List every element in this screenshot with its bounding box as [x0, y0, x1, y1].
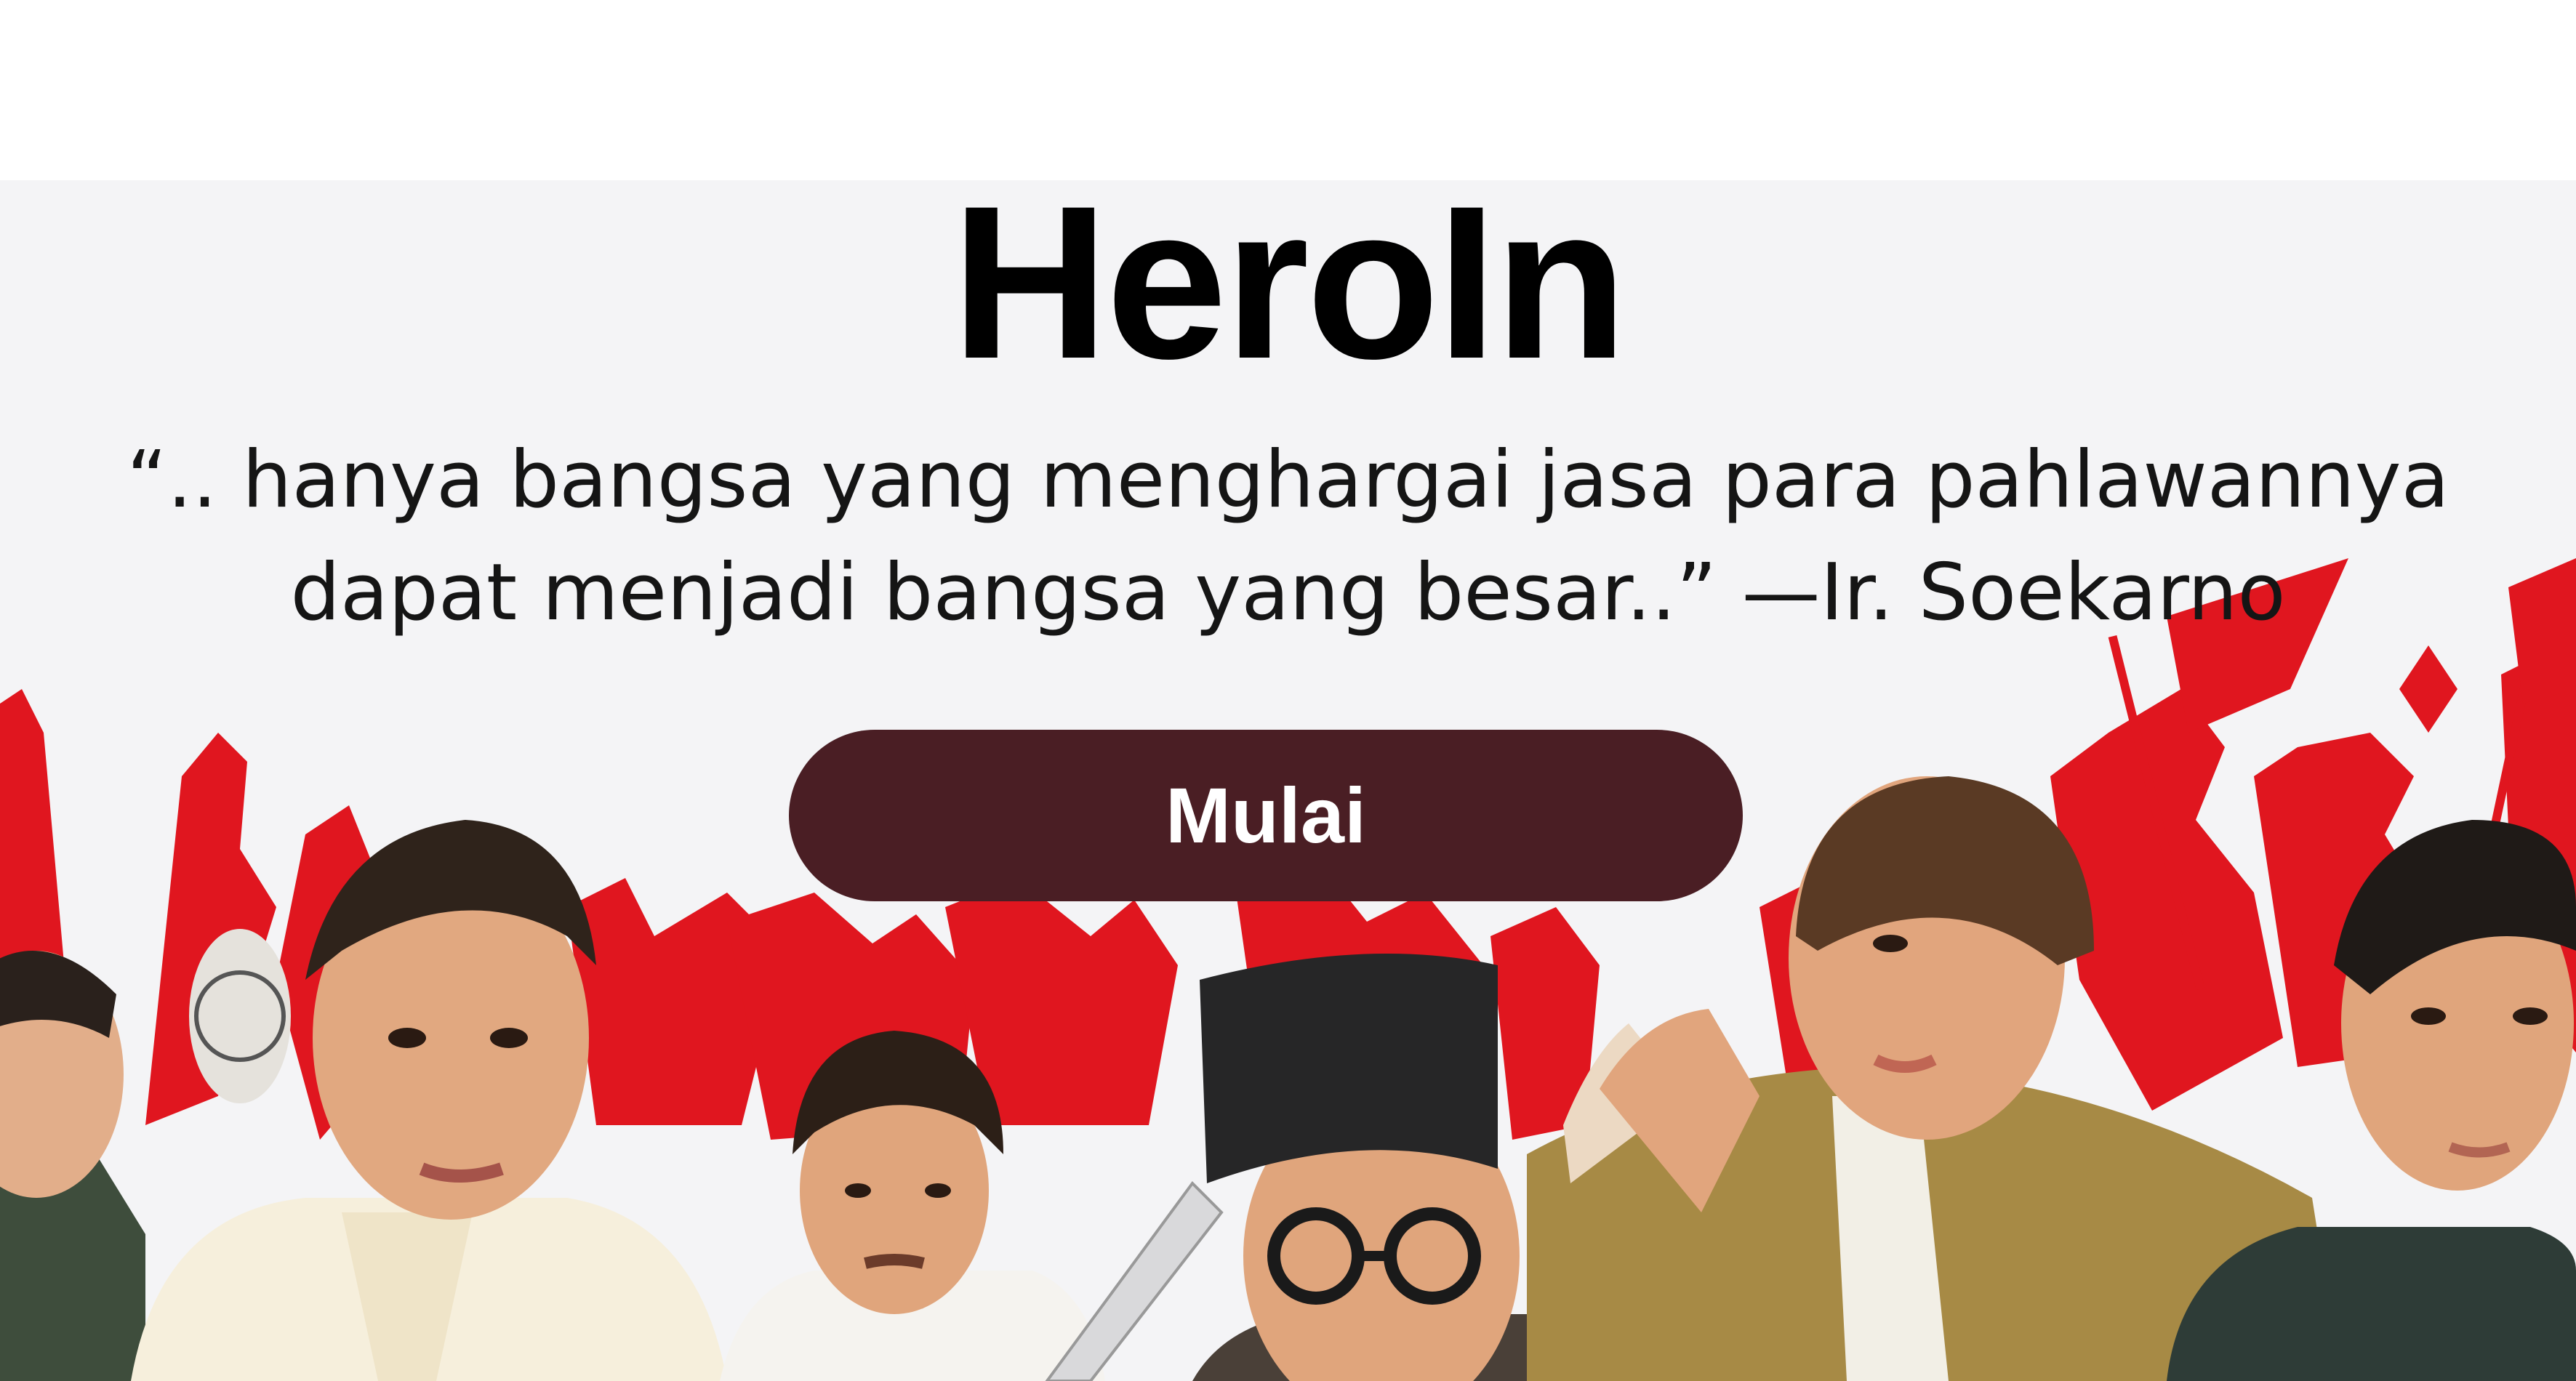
hero-figure-left-edge: [0, 951, 145, 1381]
app-title: HeroIn: [951, 180, 1627, 404]
top-bar: [0, 0, 2576, 180]
hero-section: HeroIn “.. hanya bangsa yang menghargai …: [0, 180, 2576, 1381]
landing-page: HeroIn “.. hanya bangsa yang menghargai …: [0, 0, 2576, 1381]
hero-quote: “.. hanya bangsa yang menghargai jasa pa…: [127, 435, 2449, 638]
sword: [1045, 1180, 1224, 1381]
start-button[interactable]: Mulai: [789, 730, 1743, 901]
